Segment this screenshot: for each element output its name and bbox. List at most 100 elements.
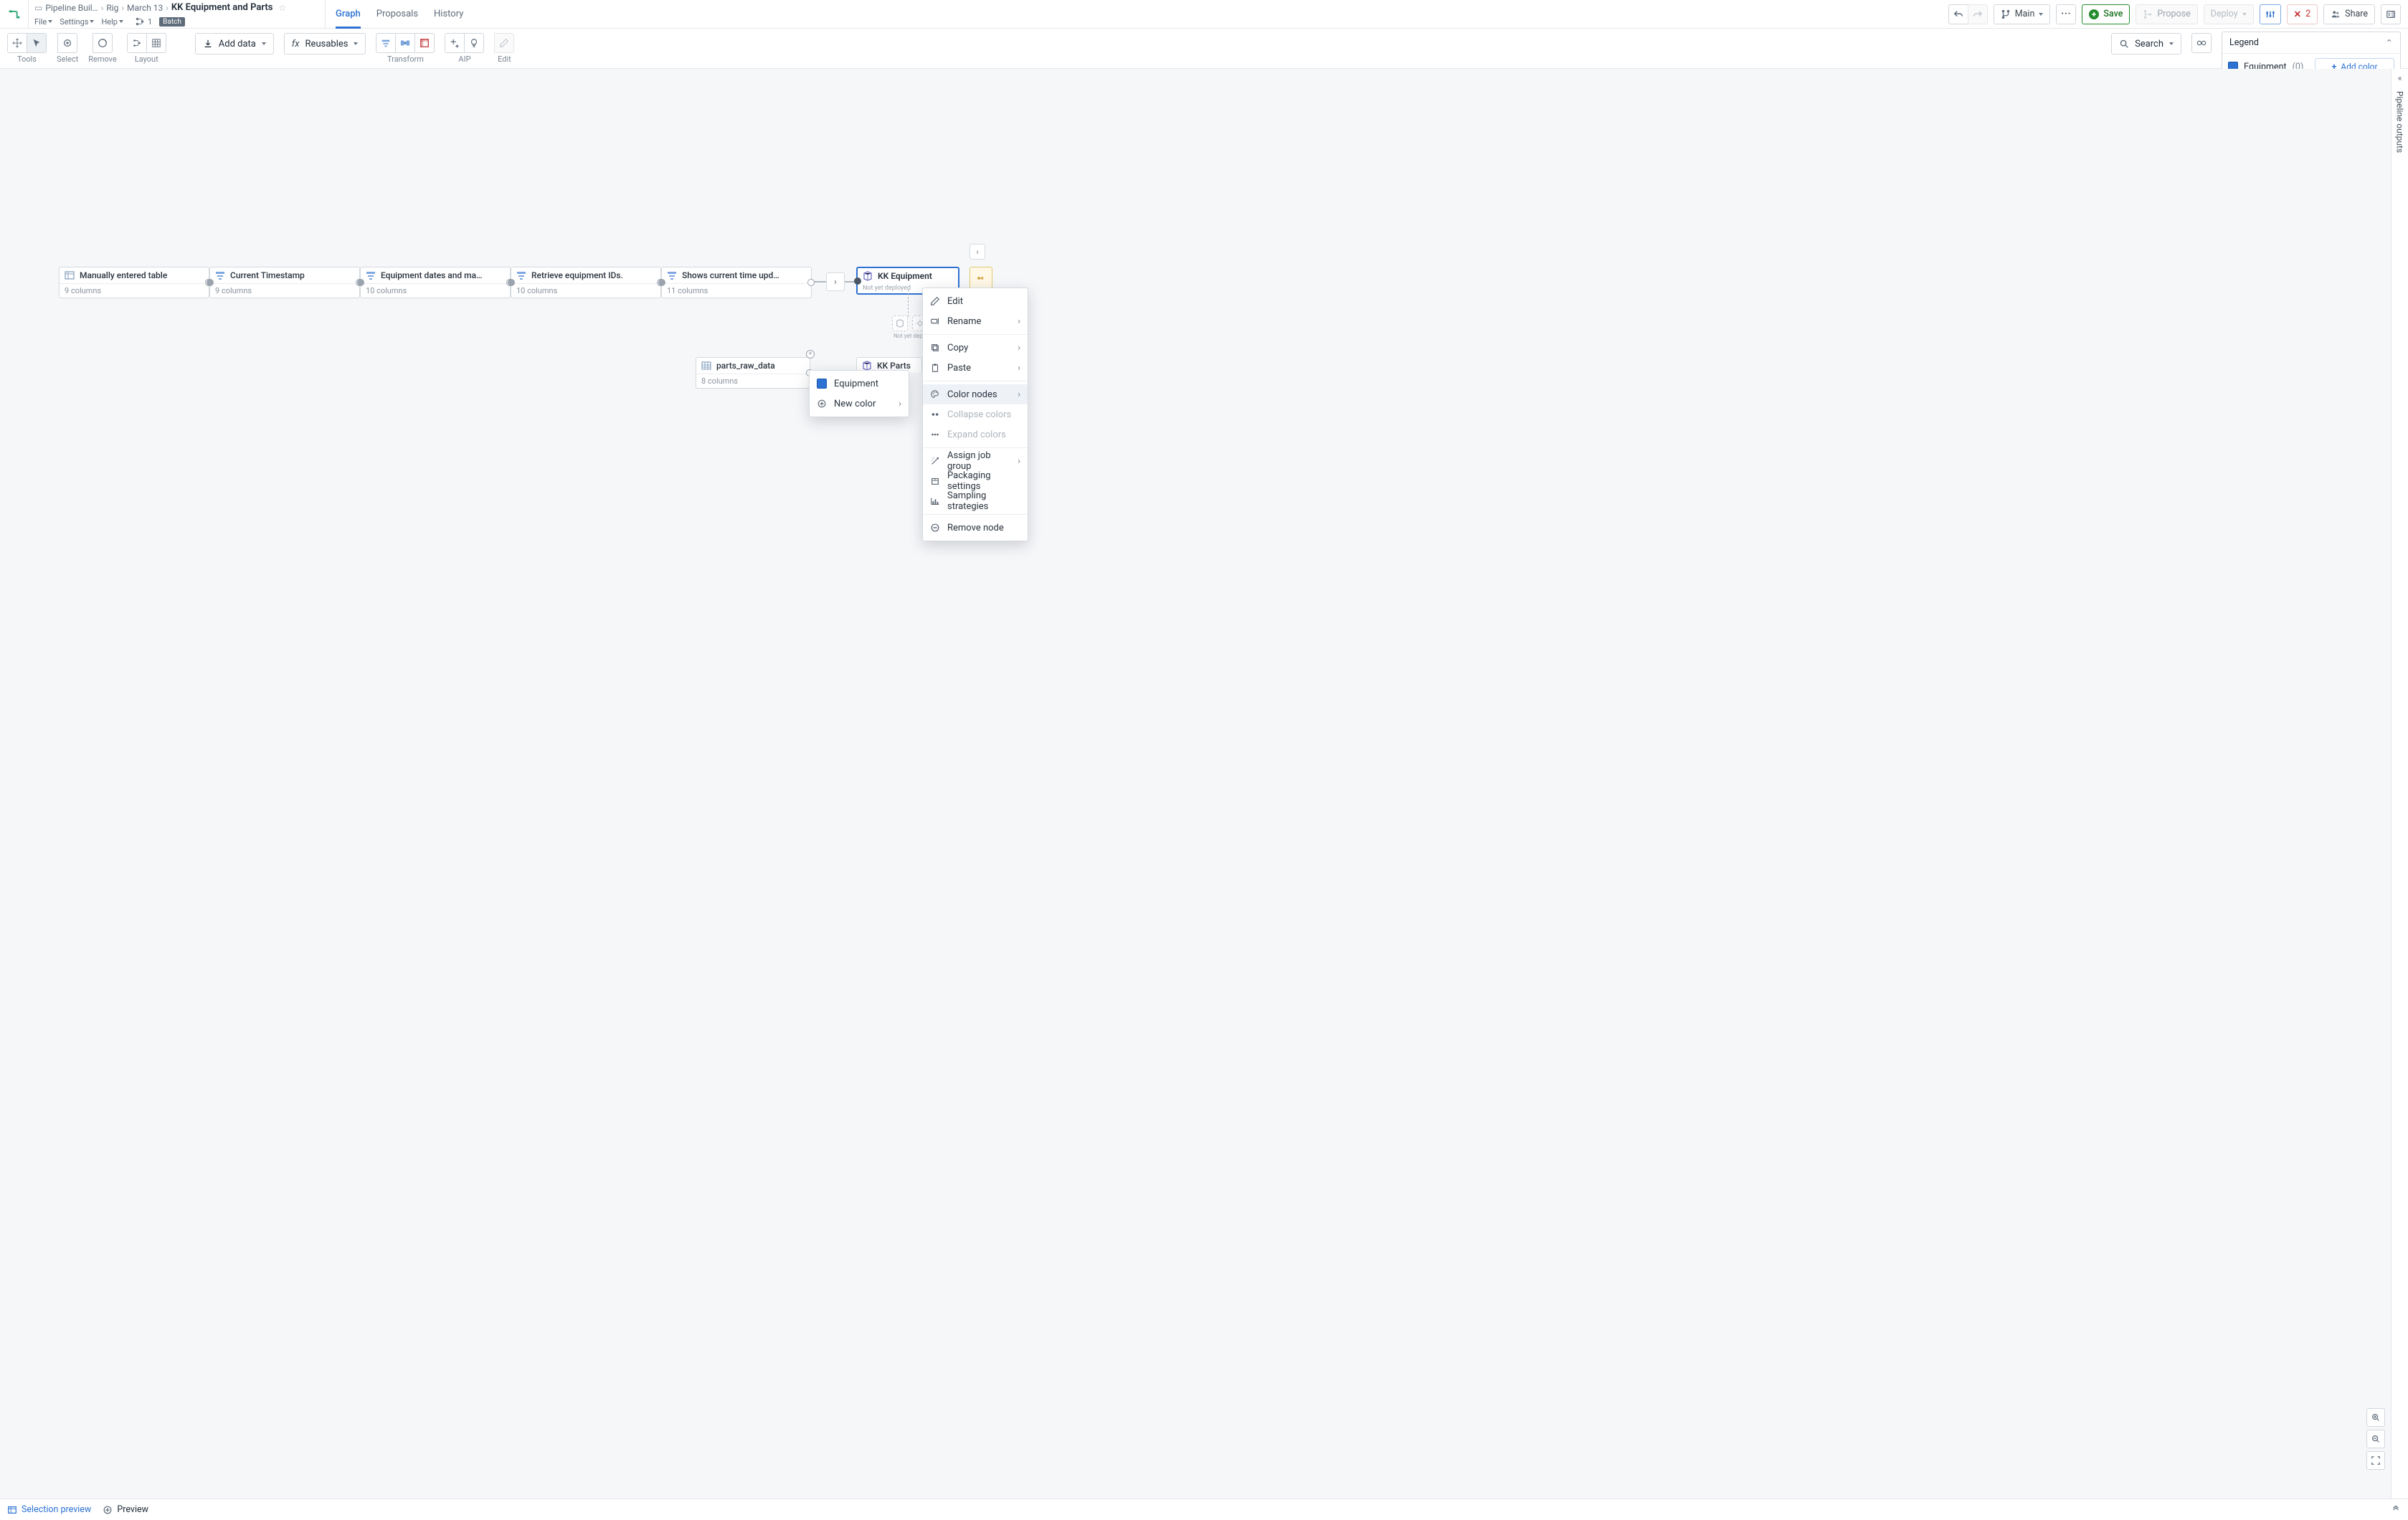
zoom-out-button[interactable] <box>2366 1430 2385 1448</box>
tab-proposals[interactable]: Proposals <box>376 0 418 29</box>
edit-button[interactable] <box>494 33 514 53</box>
ctx-label: Expand colors <box>947 429 1006 440</box>
port-in[interactable] <box>508 279 515 286</box>
table-icon <box>65 270 75 280</box>
menu-help[interactable]: Help <box>101 17 123 27</box>
node-manually-entered[interactable]: Manually entered table 9 columns <box>59 267 209 298</box>
output-expand-button[interactable]: › <box>970 244 985 260</box>
panel-right-icon <box>2386 9 2396 19</box>
ctx-color-nodes[interactable]: Color nodes› <box>923 384 1028 404</box>
undo-button[interactable] <box>1948 4 1968 24</box>
transform-b-button[interactable] <box>395 33 415 53</box>
redo-button[interactable] <box>1968 4 1988 24</box>
node-subtitle: 9 columns <box>60 283 209 298</box>
ctx-label: Remove node <box>947 523 1004 533</box>
node-equipment-dates[interactable]: Equipment dates and ma… 10 columns <box>360 267 511 298</box>
color-submenu: Equipment New color › <box>809 370 909 417</box>
merge-icon <box>2143 9 2153 19</box>
output-block[interactable] <box>970 267 992 290</box>
wand-icon <box>930 456 940 466</box>
caret-down-icon <box>48 20 52 23</box>
zoom-fit-button[interactable] <box>2366 1451 2385 1470</box>
color-item-equipment[interactable]: Equipment <box>810 374 909 394</box>
ctx-sampling-strategies[interactable]: Sampling strategies <box>923 491 1028 511</box>
tool-pointer[interactable] <box>27 33 47 53</box>
ctx-assign-job-group[interactable]: Assign job group › <box>923 451 1028 471</box>
ctx-label: Assign job group <box>947 450 1010 472</box>
star-icon[interactable]: ☆ <box>278 3 286 13</box>
collapse-rail-button[interactable]: « <box>2397 73 2402 84</box>
port-out[interactable] <box>807 279 815 286</box>
transform-icon <box>381 38 391 48</box>
header-tabs: Graph Proposals History <box>326 0 473 28</box>
aip-cluster: AIP <box>445 33 484 64</box>
zoom-in-button[interactable] <box>2366 1408 2385 1427</box>
add-data-button[interactable]: Add data <box>195 33 274 54</box>
node-title: KK Equipment <box>878 271 932 281</box>
add-port-button[interactable]: + <box>806 350 815 358</box>
undo-redo-group <box>1948 4 1988 24</box>
chart-icon <box>930 496 940 506</box>
transform-a-button[interactable] <box>376 33 396 53</box>
port-in[interactable] <box>357 279 364 286</box>
search-button[interactable]: Search <box>2111 33 2181 54</box>
node-subtitle: 10 columns <box>511 283 660 298</box>
menu-settings[interactable]: Settings <box>60 17 94 27</box>
node-shows-current-time[interactable]: Shows current time upd… 11 columns <box>661 267 812 298</box>
layout-cluster: Layout <box>127 33 166 64</box>
preview-tab[interactable]: Preview <box>103 1504 148 1515</box>
save-button[interactable]: ↑ Save <box>2082 4 2130 24</box>
aip-a-button[interactable] <box>445 33 465 53</box>
select-all-button[interactable] <box>57 33 77 53</box>
new-color-item[interactable]: New color › <box>810 394 909 414</box>
breadcrumb-rig[interactable]: Rig <box>106 3 118 13</box>
node-current-timestamp[interactable]: Current Timestamp 9 columns <box>209 267 360 298</box>
menu-file[interactable]: File <box>34 17 52 27</box>
chevron-right-icon: › <box>1018 456 1020 467</box>
app-logo[interactable] <box>0 0 29 28</box>
port-in[interactable] <box>854 277 861 285</box>
branch-count[interactable]: 1 <box>135 16 152 27</box>
ctx-copy[interactable]: Copy› <box>923 338 1028 358</box>
tab-history[interactable]: History <box>434 0 463 29</box>
node-retrieve-ids[interactable]: Retrieve equipment IDs. 10 columns <box>511 267 661 298</box>
port-in[interactable] <box>207 279 214 286</box>
propose-button[interactable]: Propose <box>2136 4 2197 24</box>
ctx-paste[interactable]: Paste› <box>923 358 1028 378</box>
link-view-button[interactable] <box>2191 33 2212 53</box>
transform-c-button[interactable] <box>414 33 435 53</box>
ctx-edit[interactable]: Edit <box>923 291 1028 311</box>
sliders-button[interactable] <box>2260 4 2281 24</box>
expand-footer-button[interactable] <box>2391 1504 2401 1516</box>
table-icon <box>7 1505 17 1515</box>
panel-toggle-button[interactable] <box>2381 4 2401 24</box>
chevron-up-icon: ⌃ <box>2386 37 2393 49</box>
ctx-rename[interactable]: Rename› <box>923 311 1028 331</box>
tool-pan[interactable] <box>7 33 27 53</box>
remove-cluster: Remove <box>88 33 117 64</box>
ctx-packaging-settings[interactable]: Packaging settings <box>923 471 1028 491</box>
selection-preview-tab[interactable]: Selection preview <box>7 1504 91 1515</box>
aip-b-button[interactable] <box>464 33 484 53</box>
node-parts-raw[interactable]: parts_raw_data 8 columns <box>696 357 810 389</box>
ghost-node-a[interactable] <box>892 315 908 331</box>
legend-header[interactable]: Legend ⌃ <box>2222 32 2400 54</box>
layout-grid-button[interactable] <box>146 33 166 53</box>
remove-label: Remove <box>88 54 117 64</box>
port-in[interactable] <box>658 279 665 286</box>
share-button[interactable]: Share <box>2323 4 2375 24</box>
breadcrumb-date[interactable]: March 13 <box>127 3 163 13</box>
ctx-remove-node[interactable]: Remove node <box>923 518 1028 538</box>
remove-button[interactable] <box>93 33 113 53</box>
deploy-button[interactable]: Deploy <box>2204 4 2254 24</box>
branch-selector[interactable]: Main <box>1994 4 2051 24</box>
tab-graph[interactable]: Graph <box>336 0 361 29</box>
graph-canvas[interactable]: Manually entered table 9 columns Current… <box>0 69 2408 1498</box>
more-button[interactable]: ··· <box>2056 4 2076 24</box>
expand-chevron-button[interactable]: › <box>826 272 845 291</box>
reusables-button[interactable]: fx Reusables <box>284 33 366 54</box>
select-cluster: Select <box>57 33 78 64</box>
layout-auto-button[interactable] <box>127 33 147 53</box>
breadcrumb-app[interactable]: Pipeline Buil… <box>45 3 98 13</box>
errors-button[interactable]: ✕ 2 <box>2287 4 2318 24</box>
